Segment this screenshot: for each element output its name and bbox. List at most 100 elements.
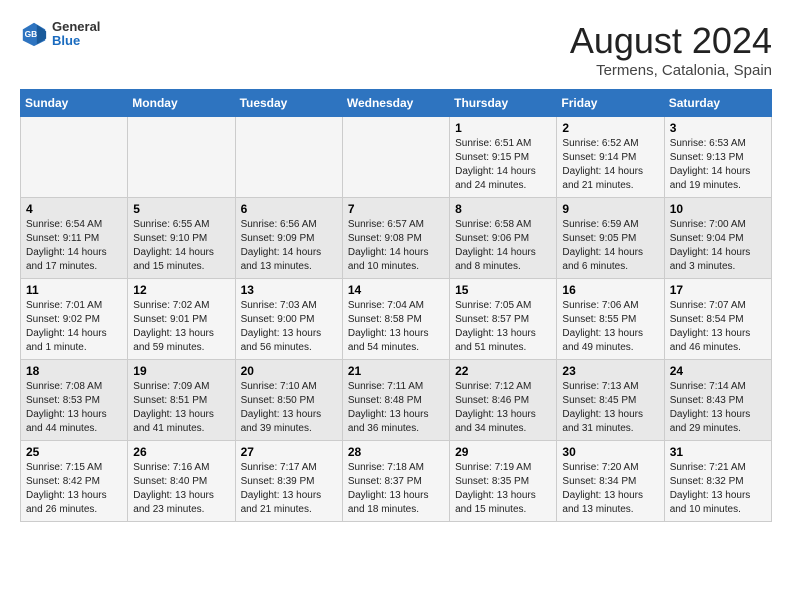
day-info: Sunrise: 6:59 AMSunset: 9:05 PMDaylight:… [562,218,658,274]
header-wednesday: Wednesday [342,90,449,117]
calendar-cell: 18 Sunrise: 7:08 AMSunset: 8:53 PMDaylig… [21,360,128,441]
day-info: Sunrise: 7:02 AMSunset: 9:01 PMDaylight:… [133,299,229,355]
day-number: 1 [455,121,551,135]
header-saturday: Saturday [664,90,771,117]
day-number: 14 [348,283,444,297]
day-number: 7 [348,202,444,216]
day-info: Sunrise: 6:51 AMSunset: 9:15 PMDaylight:… [455,137,551,193]
week-row-2: 4 Sunrise: 6:54 AMSunset: 9:11 PMDayligh… [21,198,772,279]
week-row-4: 18 Sunrise: 7:08 AMSunset: 8:53 PMDaylig… [21,360,772,441]
day-info: Sunrise: 7:21 AMSunset: 8:32 PMDaylight:… [670,461,766,517]
calendar-cell: 10 Sunrise: 7:00 AMSunset: 9:04 PMDaylig… [664,198,771,279]
day-number: 22 [455,364,551,378]
calendar-cell: 17 Sunrise: 7:07 AMSunset: 8:54 PMDaylig… [664,279,771,360]
calendar-table: Sunday Monday Tuesday Wednesday Thursday… [20,89,772,522]
day-info: Sunrise: 7:09 AMSunset: 8:51 PMDaylight:… [133,380,229,436]
calendar-cell: 21 Sunrise: 7:11 AMSunset: 8:48 PMDaylig… [342,360,449,441]
day-info: Sunrise: 6:54 AMSunset: 9:11 PMDaylight:… [26,218,122,274]
day-info: Sunrise: 7:08 AMSunset: 8:53 PMDaylight:… [26,380,122,436]
calendar-cell: 2 Sunrise: 6:52 AMSunset: 9:14 PMDayligh… [557,117,664,198]
header-friday: Friday [557,90,664,117]
calendar-cell: 26 Sunrise: 7:16 AMSunset: 8:40 PMDaylig… [128,441,235,522]
day-number: 15 [455,283,551,297]
header-tuesday: Tuesday [235,90,342,117]
day-number: 12 [133,283,229,297]
day-info: Sunrise: 7:20 AMSunset: 8:34 PMDaylight:… [562,461,658,517]
logo-blue: Blue [52,34,100,48]
calendar-cell: 22 Sunrise: 7:12 AMSunset: 8:46 PMDaylig… [450,360,557,441]
calendar-cell: 29 Sunrise: 7:19 AMSunset: 8:35 PMDaylig… [450,441,557,522]
logo: GB General Blue [20,20,100,49]
calendar-cell: 15 Sunrise: 7:05 AMSunset: 8:57 PMDaylig… [450,279,557,360]
calendar-cell: 31 Sunrise: 7:21 AMSunset: 8:32 PMDaylig… [664,441,771,522]
day-number: 16 [562,283,658,297]
day-number: 19 [133,364,229,378]
header: GB General Blue August 2024 Termens, Cat… [20,20,772,79]
day-number: 21 [348,364,444,378]
day-number: 5 [133,202,229,216]
subtitle: Termens, Catalonia, Spain [570,62,772,79]
header-sunday: Sunday [21,90,128,117]
logo-text: General Blue [52,20,100,49]
day-info: Sunrise: 7:19 AMSunset: 8:35 PMDaylight:… [455,461,551,517]
day-info: Sunrise: 7:12 AMSunset: 8:46 PMDaylight:… [455,380,551,436]
day-info: Sunrise: 7:03 AMSunset: 9:00 PMDaylight:… [241,299,337,355]
day-number: 27 [241,445,337,459]
logo-icon: GB [20,20,48,48]
day-info: Sunrise: 6:53 AMSunset: 9:13 PMDaylight:… [670,137,766,193]
day-number: 23 [562,364,658,378]
day-info: Sunrise: 6:58 AMSunset: 9:06 PMDaylight:… [455,218,551,274]
day-info: Sunrise: 7:18 AMSunset: 8:37 PMDaylight:… [348,461,444,517]
calendar-cell: 5 Sunrise: 6:55 AMSunset: 9:10 PMDayligh… [128,198,235,279]
day-info: Sunrise: 7:00 AMSunset: 9:04 PMDaylight:… [670,218,766,274]
day-info: Sunrise: 7:16 AMSunset: 8:40 PMDaylight:… [133,461,229,517]
calendar-cell: 6 Sunrise: 6:56 AMSunset: 9:09 PMDayligh… [235,198,342,279]
day-number: 10 [670,202,766,216]
calendar-cell: 12 Sunrise: 7:02 AMSunset: 9:01 PMDaylig… [128,279,235,360]
header-thursday: Thursday [450,90,557,117]
day-number: 18 [26,364,122,378]
header-row: Sunday Monday Tuesday Wednesday Thursday… [21,90,772,117]
calendar-cell: 23 Sunrise: 7:13 AMSunset: 8:45 PMDaylig… [557,360,664,441]
calendar-cell: 4 Sunrise: 6:54 AMSunset: 9:11 PMDayligh… [21,198,128,279]
day-number: 28 [348,445,444,459]
calendar-cell: 27 Sunrise: 7:17 AMSunset: 8:39 PMDaylig… [235,441,342,522]
day-info: Sunrise: 7:06 AMSunset: 8:55 PMDaylight:… [562,299,658,355]
logo-general: General [52,20,100,34]
week-row-1: 1 Sunrise: 6:51 AMSunset: 9:15 PMDayligh… [21,117,772,198]
day-number: 30 [562,445,658,459]
day-number: 6 [241,202,337,216]
day-info: Sunrise: 6:55 AMSunset: 9:10 PMDaylight:… [133,218,229,274]
calendar-cell: 30 Sunrise: 7:20 AMSunset: 8:34 PMDaylig… [557,441,664,522]
calendar-cell [342,117,449,198]
calendar-cell: 11 Sunrise: 7:01 AMSunset: 9:02 PMDaylig… [21,279,128,360]
day-number: 3 [670,121,766,135]
day-number: 24 [670,364,766,378]
svg-text:GB: GB [25,29,38,39]
day-info: Sunrise: 6:56 AMSunset: 9:09 PMDaylight:… [241,218,337,274]
calendar-cell: 19 Sunrise: 7:09 AMSunset: 8:51 PMDaylig… [128,360,235,441]
day-info: Sunrise: 7:04 AMSunset: 8:58 PMDaylight:… [348,299,444,355]
day-info: Sunrise: 7:07 AMSunset: 8:54 PMDaylight:… [670,299,766,355]
calendar-cell [235,117,342,198]
day-number: 13 [241,283,337,297]
day-info: Sunrise: 7:13 AMSunset: 8:45 PMDaylight:… [562,380,658,436]
day-number: 2 [562,121,658,135]
day-number: 20 [241,364,337,378]
main-title: August 2024 [570,20,772,62]
title-area: August 2024 Termens, Catalonia, Spain [570,20,772,79]
day-info: Sunrise: 7:15 AMSunset: 8:42 PMDaylight:… [26,461,122,517]
day-number: 9 [562,202,658,216]
calendar-cell: 7 Sunrise: 6:57 AMSunset: 9:08 PMDayligh… [342,198,449,279]
calendar-cell: 28 Sunrise: 7:18 AMSunset: 8:37 PMDaylig… [342,441,449,522]
day-number: 26 [133,445,229,459]
day-info: Sunrise: 6:57 AMSunset: 9:08 PMDaylight:… [348,218,444,274]
week-row-3: 11 Sunrise: 7:01 AMSunset: 9:02 PMDaylig… [21,279,772,360]
calendar-cell: 8 Sunrise: 6:58 AMSunset: 9:06 PMDayligh… [450,198,557,279]
day-number: 4 [26,202,122,216]
calendar-cell: 24 Sunrise: 7:14 AMSunset: 8:43 PMDaylig… [664,360,771,441]
day-info: Sunrise: 7:11 AMSunset: 8:48 PMDaylight:… [348,380,444,436]
day-info: Sunrise: 7:01 AMSunset: 9:02 PMDaylight:… [26,299,122,355]
calendar-cell [21,117,128,198]
week-row-5: 25 Sunrise: 7:15 AMSunset: 8:42 PMDaylig… [21,441,772,522]
